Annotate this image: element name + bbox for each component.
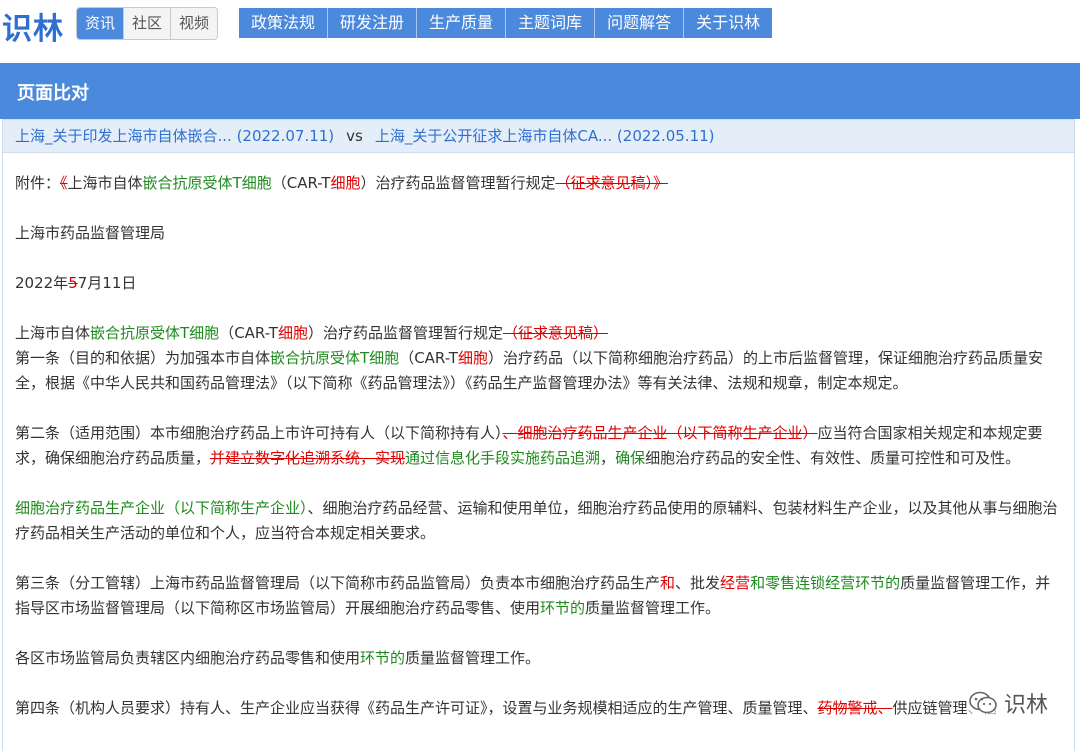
nav-topic-glossary[interactable]: 主题词库	[506, 8, 596, 38]
text-segment: 第四条（机构人员要求）持有人、生产企业应当获得《药品生产许可证》，设置与业务规模…	[15, 699, 818, 717]
text-segment: 各区市场监管局负责辖区内细胞治疗药品零售和使用	[15, 649, 361, 667]
text-segment: 2022年	[15, 274, 69, 292]
changed-text: 细胞	[277, 324, 308, 342]
site-logo[interactable]: 识林	[2, 4, 64, 48]
text-segment: 、批发	[675, 574, 721, 592]
deleted-text: 5	[68, 274, 78, 292]
tab-community[interactable]: 社区	[124, 8, 172, 39]
watermark-text: 识林	[1003, 693, 1048, 718]
deleted-text: 药物警戒、	[817, 699, 893, 717]
wechat-icon	[969, 691, 997, 714]
diff-paragraph: 第一条（目的和依据）为加强本市自体嵌合抗原受体T细胞（CAR-T细胞）治疗药品（…	[15, 346, 1060, 396]
added-text: 嵌合抗原受体T细胞	[270, 349, 400, 367]
content-type-switch: 资讯 社区 视频	[76, 7, 219, 40]
diff-paragraph: 第四条（机构人员要求）持有人、生产企业应当获得《药品生产许可证》，设置与业务规模…	[15, 696, 1060, 721]
added-text: 嵌合抗原受体T细胞	[142, 174, 272, 192]
changed-text: 和	[660, 574, 676, 592]
deleted-text: 、细胞治疗药品生产企业（以下简称生产企业）	[502, 424, 818, 442]
text-segment: ）治疗药品监督管理暂行规定	[307, 324, 503, 342]
nav-rnd-registration[interactable]: 研发注册	[328, 8, 418, 38]
diff-paragraph: 2022年57月11日	[15, 271, 1060, 296]
deleted-text: （征求意见稿）	[502, 324, 608, 342]
text-segment: （CAR-T	[219, 324, 278, 342]
text-segment: 7月11日	[77, 274, 137, 292]
added-text: 环节的	[540, 599, 586, 617]
right-document-link[interactable]: 上海_关于公开征求上海市自体CA... (2022.05.11)	[375, 127, 715, 145]
tab-video[interactable]: 视频	[171, 8, 218, 39]
added-text: 通过信息化手段实施药品追溯	[405, 449, 601, 467]
main-nav: 政策法规 研发注册 生产质量 主题词库 问题解答 关于识林	[239, 8, 773, 38]
nav-qa[interactable]: 问题解答	[595, 8, 685, 38]
text-segment: 质量监督管理工作。	[405, 649, 541, 667]
text-segment: 第三条（分工管辖）上海市药品监督管理局（以下简称市药品监管局）负责本市细胞治疗药…	[15, 574, 661, 592]
compare-bar: 上海_关于印发上海市自体嵌合... (2022.07.11) vs 上海_关于公开征…	[2, 119, 1075, 153]
text-segment: （CAR-T	[271, 174, 331, 192]
changed-text: 细胞	[457, 349, 488, 367]
changed-text: 细胞	[330, 174, 361, 192]
nav-production-quality[interactable]: 生产质量	[417, 8, 507, 38]
deleted-text: （征求意见稿）》	[555, 174, 669, 192]
diff-paragraph: 各区市场监管局负责辖区内细胞治疗药品零售和使用环节的质量监督管理工作。	[15, 646, 1060, 671]
added-text: 嵌合抗原受体T细胞	[90, 324, 220, 342]
panel-header: 页面比对	[0, 63, 1080, 119]
text-segment: 上海市自体	[15, 324, 91, 342]
diff-paragraph: 上海市自体嵌合抗原受体T细胞（CAR-T细胞）治疗药品监督管理暂行规定（征求意见…	[15, 321, 1060, 346]
text-segment: 第一条（目的和依据）为加强本市自体	[15, 349, 271, 367]
deleted-text: 《	[60, 174, 68, 192]
diff-content: 附件：《上海市自体嵌合抗原受体T细胞（CAR-T细胞）治疗药品监督管理暂行规定（…	[2, 153, 1075, 751]
text-segment: 第二条（适用范围）本市细胞治疗药品上市许可持有人（以下简称持有人）	[15, 424, 503, 442]
text-segment: ）治疗药品监督管理暂行规定	[360, 174, 556, 192]
added-text: 细胞治疗药品生产企业（以下简称生产企业）	[15, 499, 308, 517]
added-text: 和零售连锁经营环节的	[750, 574, 901, 592]
nav-about[interactable]: 关于识林	[684, 8, 772, 38]
diff-paragraph: 细胞治疗药品生产企业（以下简称生产企业）、细胞治疗药品经营、运输和使用单位，细胞…	[15, 496, 1060, 546]
left-document-link[interactable]: 上海_关于印发上海市自体嵌合... (2022.07.11)	[15, 127, 334, 145]
text-segment: 上海市自体	[67, 174, 143, 192]
tab-news[interactable]: 资讯	[77, 8, 125, 39]
added-text: 环节的	[360, 649, 406, 667]
diff-paragraph: 附件：《上海市自体嵌合抗原受体T细胞（CAR-T细胞）治疗药品监督管理暂行规定（…	[15, 171, 1060, 196]
watermark: 识林	[967, 686, 1048, 720]
text-segment: （CAR-T	[399, 349, 458, 367]
vs-label: vs	[346, 127, 363, 145]
text-segment: 附件：	[15, 174, 61, 192]
diff-paragraph: 上海市药品监督管理局	[15, 224, 166, 242]
diff-paragraph: 第二条（适用范围）本市细胞治疗药品上市许可持有人（以下简称持有人）、细胞治疗药品…	[15, 421, 1060, 471]
added-text: 确保	[615, 449, 646, 467]
page-title: 页面比对	[17, 83, 89, 104]
text-segment: ，	[600, 449, 616, 467]
top-bar: 识林 资讯 社区 视频 政策法规 研发注册 生产质量 主题词库 问题解答 关于识…	[0, 0, 1080, 48]
deleted-text: 并建立数字化追溯系统，实现	[210, 449, 406, 467]
diff-paragraph: 第三条（分工管辖）上海市药品监督管理局（以下简称市药品监管局）负责本市细胞治疗药…	[15, 571, 1060, 621]
changed-text: 经营	[720, 574, 751, 592]
text-segment: 细胞治疗药品的安全性、有效性、质量可控性和可及性。	[645, 449, 1021, 467]
nav-policy[interactable]: 政策法规	[239, 8, 329, 38]
text-segment: 质量监督管理工作。	[585, 599, 721, 617]
